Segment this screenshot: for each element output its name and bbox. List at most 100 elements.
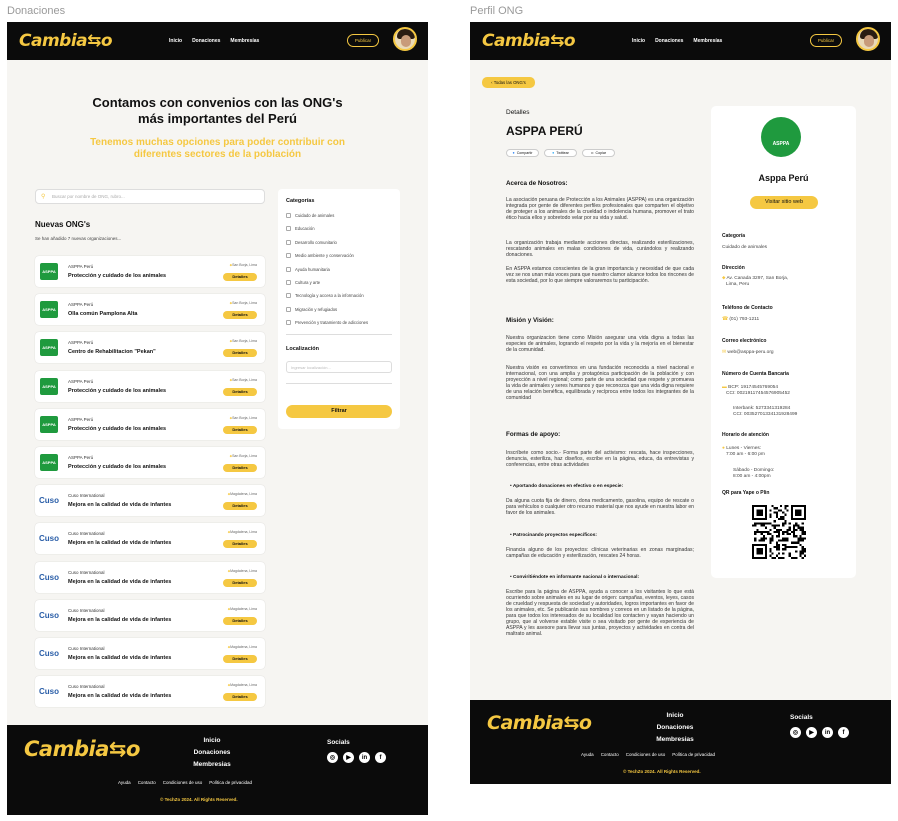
category-checkbox[interactable]: Educación <box>286 226 315 232</box>
share-facebook-button[interactable]: ● Compartir <box>506 149 539 157</box>
brand-logo[interactable]: Cambia⇆o <box>19 31 113 51</box>
footer-link-condiciones[interactable]: Condiciones de uso <box>626 752 666 757</box>
bcp-value: ▬ BCP: 19174545769054 CCI: 0021911745457… <box>722 385 790 397</box>
correo-value: ✉ web@asppa-peru.org <box>722 350 774 356</box>
footer-link-inicio[interactable]: Inicio <box>640 710 710 722</box>
checkbox-icon[interactable] <box>286 306 291 312</box>
nav-donaciones[interactable]: Donaciones <box>192 38 220 44</box>
ong-card[interactable]: Cuso Cuso International Mejora en la calid… <box>35 485 265 517</box>
category-checkbox[interactable]: Migración y refugiados <box>286 306 337 312</box>
details-button[interactable]: Detalles <box>223 655 257 663</box>
footer-link-ayuda[interactable]: Ayuda <box>581 752 594 757</box>
nav-membresias[interactable]: Membresías <box>693 38 722 44</box>
footer-link-privacidad[interactable]: Política de privacidad <box>672 752 715 757</box>
ong-card[interactable]: Cuso Cuso International Mejora en la calid… <box>35 638 265 669</box>
ong-card[interactable]: ASPPA ASPPA Perú Protección y cuidado de l… <box>35 370 265 402</box>
checkbox-icon[interactable] <box>286 266 291 272</box>
ong-card-location: ⬥Magdalena, Lima <box>228 607 257 611</box>
details-button[interactable]: Detalles <box>223 578 257 587</box>
footer-link-privacidad[interactable]: Política de privacidad <box>209 780 252 785</box>
instagram-icon[interactable]: ◎ <box>327 752 338 763</box>
category-checkbox[interactable]: Cultura y arte <box>286 280 320 285</box>
user-avatar[interactable] <box>856 27 880 51</box>
ong-card[interactable]: ASPPA ASPPA Perú Protección y cuidado de l… <box>35 256 265 287</box>
facebook-icon[interactable]: f <box>375 752 386 763</box>
location-input[interactable]: Ingresar localización... <box>286 361 392 373</box>
footer-link-condiciones[interactable]: Condiciones de uso <box>163 780 203 785</box>
ong-card[interactable]: Cuso Cuso International Mejora en la calid… <box>35 561 265 593</box>
checkbox-icon[interactable] <box>286 226 291 232</box>
footer-link-inicio[interactable]: Inicio <box>177 735 247 747</box>
footer-link-donaciones[interactable]: Donaciones <box>640 722 710 734</box>
nav-membresias[interactable]: Membresías <box>230 38 259 44</box>
category-checkbox[interactable]: Medio ambiente y conservación <box>286 253 354 259</box>
checkbox-icon[interactable] <box>286 253 291 259</box>
youtube-icon[interactable]: ▶ <box>806 727 817 738</box>
ong-card-org: Cuso International <box>68 493 105 499</box>
ong-card[interactable]: ASPPA ASPPA Perú Protección y cuidado de l… <box>35 447 265 478</box>
category-checkbox[interactable]: Prevención y tratamiento de adicciones <box>286 320 368 326</box>
category-checkbox[interactable]: Cuidado de animales <box>286 213 334 218</box>
social-icons: ◎ ▶ in f <box>790 727 849 738</box>
footer-link-contacto[interactable]: Contacto <box>601 752 619 757</box>
search-input[interactable]: ⚲ Buscar por nombre de ONG, rubro... <box>35 189 265 204</box>
nav-inicio[interactable]: Inicio <box>169 38 182 44</box>
details-button[interactable]: Detalles <box>223 616 257 625</box>
details-button[interactable]: Detalles <box>223 349 257 358</box>
search-icon: ⚲ <box>41 194 46 200</box>
footer-link-membresias[interactable]: Membresias <box>177 759 247 771</box>
nav-donaciones[interactable]: Donaciones <box>655 38 683 44</box>
details-button[interactable]: Detalles <box>223 464 257 472</box>
checkbox-icon[interactable] <box>286 239 291 245</box>
details-button[interactable]: Detalles <box>223 311 257 320</box>
category-checkbox[interactable]: Ayuda humanitaria <box>286 266 330 272</box>
footer-link-ayuda[interactable]: Ayuda <box>118 780 131 785</box>
ong-card[interactable]: ASPPA ASPPA Perú Centro de Rehabilitacion … <box>35 332 265 364</box>
mision-title: Misión y Visión: <box>506 317 554 324</box>
details-button[interactable]: Detalles <box>223 425 257 434</box>
back-button[interactable]: ‹ Todas las ONG's <box>482 77 535 88</box>
horario-semana-horas: 7:00 am - 6:00 pm <box>726 452 765 457</box>
publicar-button[interactable]: Publicar <box>347 34 379 47</box>
footer-link-membresias[interactable]: Membresias <box>640 734 710 746</box>
checkbox-icon[interactable] <box>286 280 291 285</box>
about-title: Acerca de Nosotros: <box>506 180 568 187</box>
filter-button[interactable]: Filtrar <box>286 405 392 418</box>
details-label: Detalles <box>506 109 530 116</box>
instagram-icon[interactable]: ◎ <box>790 727 801 738</box>
footer-link-donaciones[interactable]: Donaciones <box>177 747 247 759</box>
ong-card[interactable]: Cuso Cuso International Mejora en la calid… <box>35 676 265 708</box>
ong-card[interactable]: Cuso Cuso International Mejora en la calid… <box>35 599 265 631</box>
linkedin-icon[interactable]: in <box>359 752 370 763</box>
ong-card[interactable]: ASPPA ASPPA Perú Protección y cuidado de l… <box>35 408 265 440</box>
ong-card[interactable]: ASPPA ASPPA Perú Olla común Pamplona Alta ⬥… <box>35 294 265 326</box>
footer-nav: Inicio Donaciones Membresias <box>640 710 710 746</box>
checkbox-icon[interactable] <box>286 320 291 326</box>
categories-title: Categorías <box>286 198 315 204</box>
details-button[interactable]: Detalles <box>223 693 257 702</box>
details-button[interactable]: Detalles <box>223 540 257 549</box>
visit-website-button[interactable]: Visitar sitio web <box>750 196 818 209</box>
footer-link-contacto[interactable]: Contacto <box>138 780 156 785</box>
ong-card-title: Protección y cuidado de los animales <box>68 425 167 432</box>
share-copy-button[interactable]: ∞ Copiar <box>582 149 615 157</box>
youtube-icon[interactable]: ▶ <box>343 752 354 763</box>
share-twitter-button[interactable]: ● Twittear <box>544 149 577 157</box>
details-button[interactable]: Detalles <box>223 502 257 511</box>
ong-card[interactable]: Cuso Cuso International Mejora en la calid… <box>35 523 265 555</box>
search-placeholder: Buscar por nombre de ONG, rubro... <box>52 194 125 199</box>
details-button[interactable]: Detalles <box>223 387 257 396</box>
checkbox-icon[interactable] <box>286 293 291 299</box>
details-button[interactable]: Detalles <box>223 273 257 281</box>
nav-inicio[interactable]: Inicio <box>632 38 645 44</box>
linkedin-icon[interactable]: in <box>822 727 833 738</box>
category-checkbox[interactable]: Desarrollo comunitario <box>286 239 337 245</box>
checkbox-icon[interactable] <box>286 213 291 218</box>
facebook-icon[interactable]: f <box>838 727 849 738</box>
user-avatar[interactable] <box>393 27 417 51</box>
share-facebook-label: Compartir <box>516 151 533 155</box>
brand-logo[interactable]: Cambia⇆o <box>482 31 576 51</box>
ong-card-org: Cuso International <box>68 646 105 651</box>
category-checkbox[interactable]: Tecnología y acceso a la información <box>286 293 364 299</box>
publicar-button[interactable]: Publicar <box>810 34 842 47</box>
